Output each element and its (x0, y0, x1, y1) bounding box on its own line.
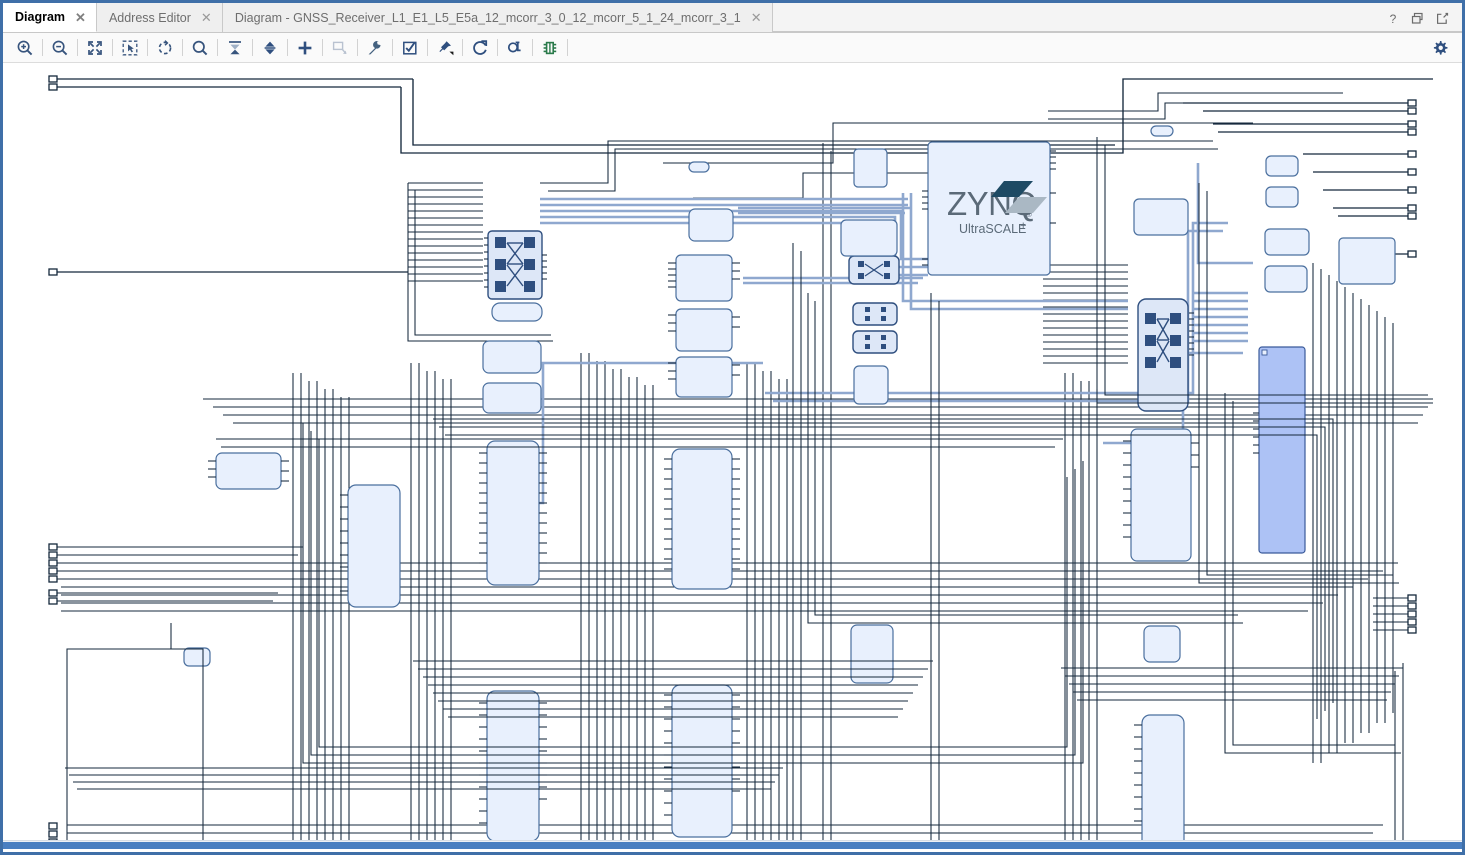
zoom-fit-icon[interactable] (81, 35, 109, 61)
zoom-in-icon[interactable] (11, 35, 39, 61)
block-design-svg[interactable]: .blk { fill:#e8f0fd; stroke:#4a6f9e; str… (3, 63, 1462, 849)
add-ip-icon[interactable] (291, 35, 319, 61)
ip-block (853, 148, 888, 188)
ix-block (671, 448, 733, 590)
tab-address-editor[interactable]: Address Editor ✕ (96, 3, 223, 32)
ip-block (482, 340, 542, 374)
net-bundle-right-interconnect (1043, 264, 1128, 364)
tab-diagram-close-icon[interactable]: ✕ (73, 11, 88, 24)
settings-gear-icon[interactable] (1426, 35, 1454, 61)
run-connection-automation-icon[interactable] (361, 35, 389, 61)
ip-block (671, 684, 733, 838)
tab-address-editor-label: Address Editor (108, 10, 191, 25)
toolbar-separator (427, 39, 428, 56)
scrollbar-thumb[interactable] (3, 842, 1462, 849)
toolbar-separator (112, 39, 113, 56)
ip-block (1143, 625, 1181, 663)
ip-block (850, 624, 894, 684)
toolbar-separator (147, 39, 148, 56)
zynq-ultrascale-text: UltraSCALE (959, 222, 1026, 236)
ip-block (183, 647, 211, 667)
ip-block (486, 440, 540, 586)
zynq-ultrascale-ps-block[interactable]: ZYNQ ® UltraSCALE + (922, 141, 1056, 276)
ip-block (1130, 428, 1192, 562)
toolbar-separator (77, 39, 78, 56)
tab-diagram-label: Diagram (15, 10, 66, 24)
tab-address-editor-close-icon[interactable]: ✕ (199, 11, 214, 24)
restore-window-icon[interactable] (1410, 11, 1425, 26)
toolbar-separator (322, 39, 323, 56)
toolbar-separator (392, 39, 393, 56)
ip-block (215, 452, 282, 490)
ip-block (482, 382, 542, 414)
ip-block (491, 302, 543, 322)
toolbar-separator (357, 39, 358, 56)
diagram-toolbar (3, 33, 1462, 63)
expand-all-icon[interactable] (256, 35, 284, 61)
toolbar-separator (532, 39, 533, 56)
net-region-outline (66, 623, 204, 849)
ip-block (688, 208, 734, 242)
toolbar-separator (567, 39, 568, 56)
ip-block (675, 254, 733, 302)
ip-block (675, 308, 733, 352)
ip-block (1141, 714, 1185, 849)
validate-design-icon[interactable] (396, 35, 424, 61)
copy-block-icon (326, 35, 354, 61)
zoom-out-icon[interactable] (46, 35, 74, 61)
hierarchy-icon[interactable] (536, 35, 564, 61)
net-top-routing (400, 78, 1433, 199)
search-icon[interactable] (186, 35, 214, 61)
axi-smartconnect-block-3[interactable] (852, 330, 898, 354)
collapse-all-icon[interactable] (221, 35, 249, 61)
tab-diagram-gnss-receiver[interactable]: Diagram - GNSS_Receiver_L1_E1_L5_E5a_12_… (222, 3, 773, 32)
window-controls: ? (1385, 3, 1456, 33)
axi-interconnect-block-left[interactable] (484, 230, 547, 300)
ip-block (1265, 155, 1299, 177)
ip-block (1133, 198, 1189, 236)
ip-block (1150, 125, 1174, 137)
tab-bar: Diagram ✕ Address Editor ✕ Diagram - GNS… (3, 3, 1462, 33)
regenerate-layout-icon[interactable] (466, 35, 494, 61)
float-window-icon[interactable] (1435, 11, 1450, 26)
toolbar-separator (182, 39, 183, 56)
help-icon[interactable]: ? (1385, 11, 1400, 26)
toolbar-separator (287, 39, 288, 56)
ip-block (1265, 186, 1299, 208)
axi-interconnect-block-right[interactable] (1137, 298, 1194, 412)
tab-diagram[interactable]: Diagram ✕ (3, 3, 97, 32)
refresh-layout-icon[interactable] (151, 35, 179, 61)
ip-block (1264, 228, 1310, 256)
selected-ip-block[interactable] (1253, 346, 1306, 554)
pin-icon[interactable] (431, 35, 459, 61)
toolbar-separator (462, 39, 463, 56)
diagram-canvas[interactable]: .blk { fill:#e8f0fd; stroke:#4a6f9e; str… (3, 63, 1462, 849)
axi-smartconnect-block-2[interactable] (852, 302, 898, 326)
zoom-area-icon[interactable] (116, 35, 144, 61)
horizontal-scrollbar[interactable] (3, 840, 1462, 849)
optimize-routing-icon[interactable] (501, 35, 529, 61)
tab-diagram-gnss-receiver-close-icon[interactable]: ✕ (749, 11, 764, 24)
ip-block (675, 356, 733, 398)
ip-block (1264, 265, 1308, 293)
ip-block (486, 690, 540, 842)
zynq-plus-mark: + (1020, 220, 1026, 232)
tab-bar-filler (772, 3, 1462, 32)
ip-block (853, 365, 889, 405)
ip-block (688, 161, 710, 173)
ip-block (347, 484, 401, 608)
toolbar-right-group (1426, 33, 1454, 63)
block-design-window: Diagram ✕ Address Editor ✕ Diagram - GNS… (0, 0, 1465, 855)
ip-block (840, 219, 898, 257)
toolbar-separator (217, 39, 218, 56)
toolbar-separator (42, 39, 43, 56)
toolbar-separator (252, 39, 253, 56)
axi-smartconnect-block-1[interactable] (848, 255, 900, 285)
ip-block (1338, 237, 1396, 285)
toolbar-separator (497, 39, 498, 56)
tab-diagram-gnss-receiver-label: Diagram - GNSS_Receiver_L1_E1_L5_E5a_12_… (234, 10, 741, 25)
svg-text:?: ? (1389, 12, 1396, 25)
